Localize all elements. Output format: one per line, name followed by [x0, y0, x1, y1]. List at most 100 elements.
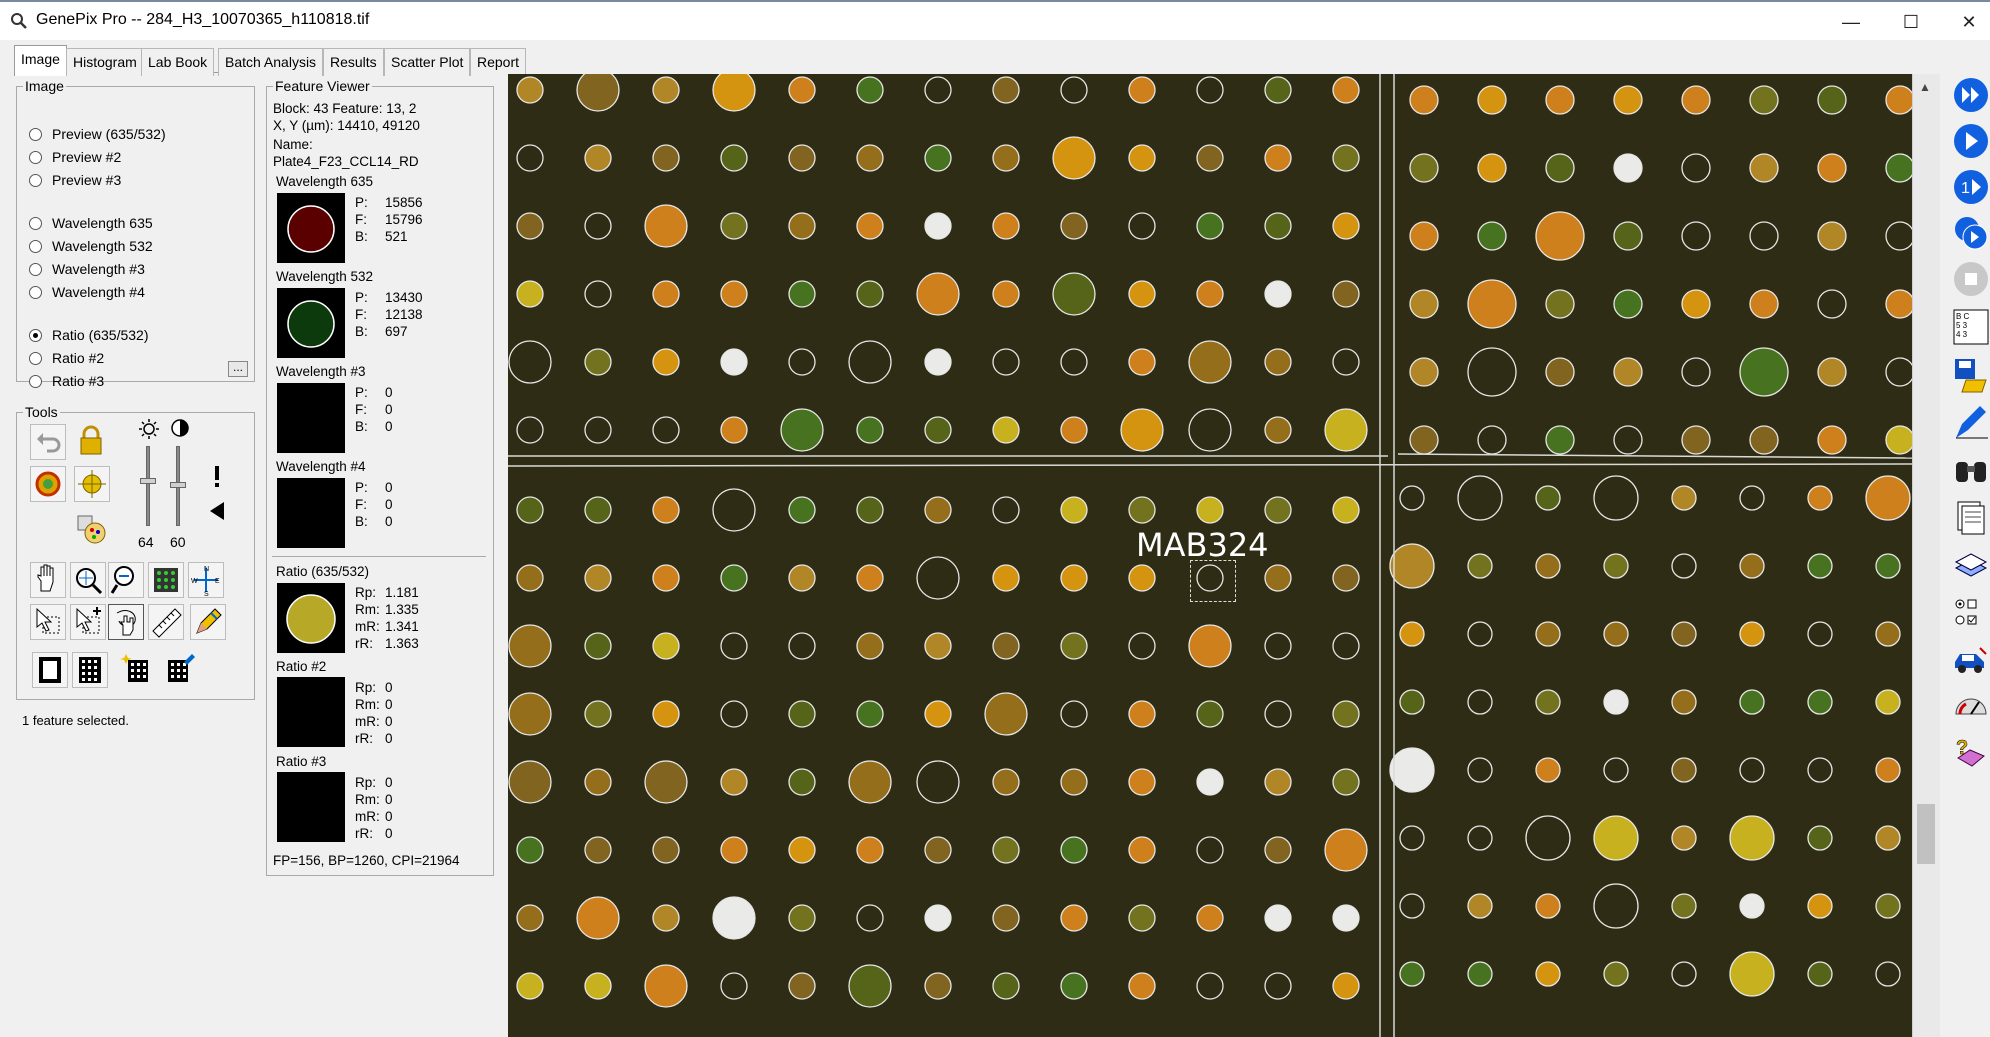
array-spot: [712, 74, 756, 112]
car-icon[interactable]: [1952, 640, 1990, 678]
array-spot: [992, 768, 1020, 796]
tab-lab-book[interactable]: Lab Book: [141, 48, 215, 76]
image-vertical-scrollbar[interactable]: ▲: [1912, 74, 1940, 1037]
array-spot: [848, 964, 892, 1008]
contrast-value: 60: [170, 534, 186, 550]
radio-preview-3[interactable]: Preview #3: [29, 172, 121, 190]
radio-wavelength-3[interactable]: Wavelength #3: [29, 261, 145, 279]
radio-ratio-3[interactable]: Ratio #3: [29, 373, 104, 391]
array-spot: [1399, 689, 1425, 715]
tab-scatter-plot[interactable]: Scatter Plot: [384, 48, 471, 76]
collapse-button[interactable]: [200, 494, 236, 530]
radio-preview-2[interactable]: Preview #2: [29, 149, 121, 167]
brightness-slider-thumb[interactable]: [140, 478, 156, 484]
svg-text:4 3: 4 3: [1956, 330, 1968, 339]
radio-wavelength-635[interactable]: Wavelength 635: [29, 215, 153, 233]
block-select-button[interactable]: [32, 652, 68, 688]
array-spot: [584, 632, 612, 660]
save-open-icon[interactable]: [1952, 356, 1990, 394]
array-spot: [1535, 485, 1561, 511]
block-properties-button[interactable]: [162, 652, 198, 688]
tab-image[interactable]: Image: [14, 45, 67, 76]
pan-tool-button[interactable]: [30, 562, 66, 598]
new-block-button[interactable]: [120, 652, 156, 688]
batch-icon[interactable]: [1952, 214, 1990, 252]
zoom-feature-button[interactable]: [70, 562, 106, 598]
scrollbar-thumb[interactable]: [1917, 804, 1935, 864]
array-spot: [1332, 768, 1360, 796]
tab-batch-analysis[interactable]: Batch Analysis: [218, 48, 324, 76]
array-spot: [652, 700, 680, 728]
array-spot: [1060, 768, 1088, 796]
radio-dot: [29, 128, 42, 141]
lasso-button[interactable]: [108, 604, 144, 640]
grid-block-icon[interactable]: B C5 34 3: [1952, 308, 1990, 346]
palette-button[interactable]: [74, 512, 110, 548]
radio-wavelength-4[interactable]: Wavelength #4: [29, 284, 145, 302]
lasso-hand-icon: [116, 610, 136, 636]
tab-histogram[interactable]: Histogram: [66, 48, 144, 76]
add-feature-button[interactable]: [70, 604, 106, 640]
layers-icon[interactable]: [1952, 546, 1990, 584]
array-spot: [984, 692, 1028, 736]
stop-icon[interactable]: [1952, 260, 1990, 298]
array-spot: [1817, 85, 1847, 115]
checkbox-options-icon[interactable]: [1952, 594, 1990, 632]
tab-results[interactable]: Results: [323, 48, 384, 76]
array-spot: [720, 144, 748, 172]
selected-feature-box[interactable]: [1190, 560, 1236, 602]
brightness-slider[interactable]: [146, 446, 150, 526]
radio-ratio-2[interactable]: Ratio #2: [29, 350, 104, 368]
close-button[interactable]: ✕: [1946, 8, 1990, 36]
array-spot: [1477, 153, 1507, 183]
array-spot: [1525, 815, 1571, 861]
maximize-button[interactable]: ☐: [1888, 8, 1934, 36]
step-one-icon[interactable]: 1: [1952, 168, 1990, 206]
select-tool-button[interactable]: [30, 604, 66, 640]
pointer-add-icon: [76, 607, 101, 634]
find-features-button[interactable]: [74, 466, 110, 502]
array-spot: [1535, 553, 1561, 579]
fast-forward-icon[interactable]: [1952, 76, 1990, 114]
ruler-button[interactable]: [148, 604, 184, 640]
array-spot: [1613, 221, 1643, 251]
ratio-options-button[interactable]: ...: [228, 361, 248, 377]
grid-view-button[interactable]: [148, 562, 184, 598]
array-spot: [1681, 289, 1711, 319]
array-spot: [1332, 280, 1360, 308]
radio-wavelength-532[interactable]: Wavelength 532: [29, 238, 153, 256]
minimize-button[interactable]: —: [1828, 8, 1874, 36]
alert-button[interactable]: [200, 460, 236, 496]
lock-button[interactable]: [74, 424, 110, 460]
gauge-icon[interactable]: [1952, 686, 1990, 724]
array-spot: [1264, 280, 1292, 308]
palette-icon: [77, 515, 106, 544]
array-spot: [1324, 828, 1368, 872]
array-spot: [1264, 700, 1292, 728]
play-icon[interactable]: [1952, 122, 1990, 160]
array-spot: [720, 212, 748, 240]
scroll-up-arrow-icon[interactable]: ▲: [1919, 80, 1931, 94]
undo-button[interactable]: [30, 424, 66, 460]
contrast-slider-thumb[interactable]: [170, 482, 186, 488]
compass-button[interactable]: NE WS: [188, 562, 224, 598]
pencil-button[interactable]: [190, 604, 226, 640]
radio-dot: [29, 352, 42, 365]
radio-ratio-635-532[interactable]: Ratio (635/532): [29, 327, 149, 345]
microarray-image-view[interactable]: MAB324: [508, 74, 1912, 1037]
zoom-button[interactable]: [108, 562, 144, 598]
array-spot: [1671, 757, 1697, 783]
ratio-635-532-title: Ratio (635/532): [276, 564, 370, 579]
help-icon[interactable]: ?: [1952, 734, 1990, 772]
report-icon[interactable]: [1952, 498, 1990, 536]
block-grid-button[interactable]: [72, 652, 108, 688]
array-spot: [1409, 357, 1439, 387]
tab-report[interactable]: Report: [470, 48, 527, 76]
pen-icon[interactable]: [1952, 404, 1990, 442]
array-spot: [1332, 632, 1360, 660]
binoculars-icon[interactable]: [1952, 452, 1990, 490]
refresh-button[interactable]: [30, 466, 66, 502]
array-spot: [856, 76, 884, 104]
radio-preview-635-532[interactable]: Preview (635/532): [29, 126, 166, 144]
array-spot: [1409, 425, 1439, 455]
